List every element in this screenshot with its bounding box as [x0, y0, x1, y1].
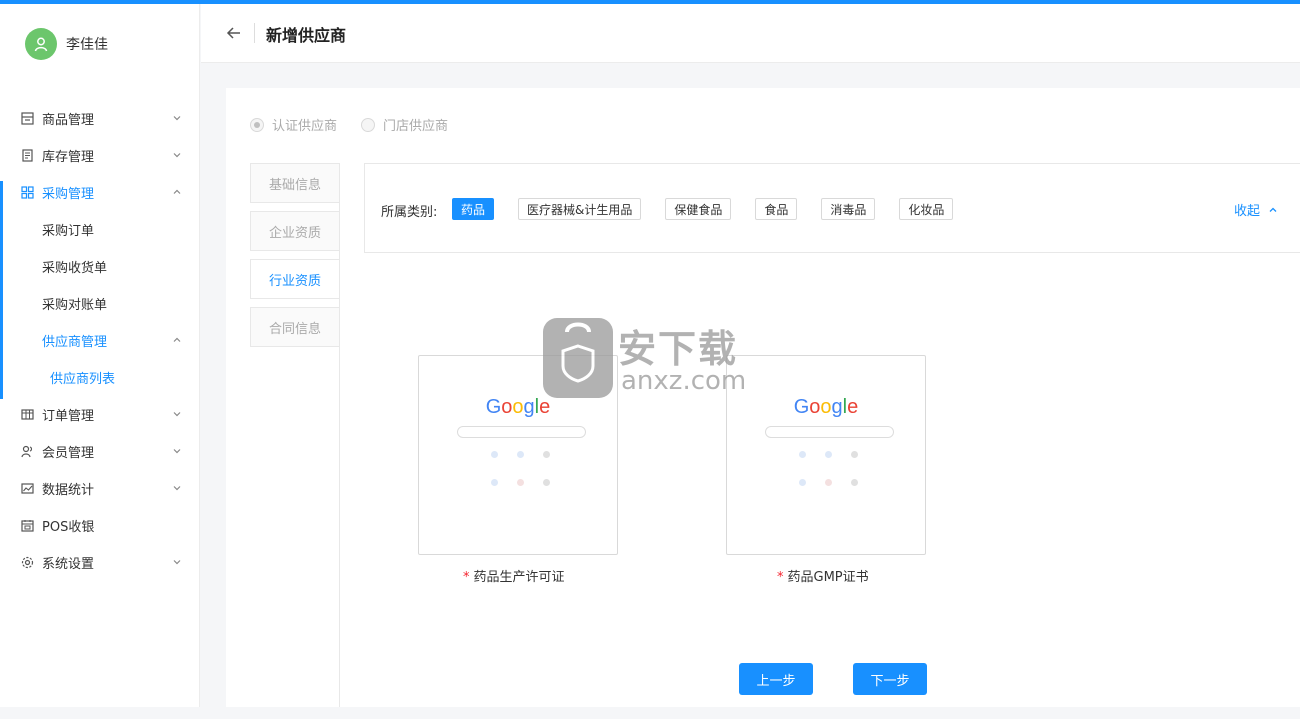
tab-contract-info[interactable]: 合同信息 [250, 307, 340, 347]
preview-searchbox [765, 426, 894, 438]
user-icon [34, 37, 48, 52]
member-icon [20, 445, 34, 459]
tab-divider [339, 163, 340, 708]
sidebar-item-label: 采购对账单 [42, 298, 108, 313]
table-icon [20, 408, 34, 422]
category-tag-medical-devices[interactable]: 医疗器械&计生用品 [518, 198, 642, 220]
chevron-down-icon [173, 412, 181, 417]
goods-icon [20, 112, 34, 126]
next-step-button[interactable]: 下一步 [853, 663, 927, 695]
sidebar: 李佳佳 商品管理 库存管理 采购管理 采购订单 采购收货单 采购对账单 供应商管 [0, 4, 200, 719]
collapse-button[interactable]: 收起 [1234, 200, 1278, 219]
sidebar-item-label: 订单管理 [42, 409, 95, 424]
collapse-label: 收起 [1233, 204, 1260, 219]
sidebar-item-label: 库存管理 [42, 150, 95, 165]
sidebar-item-label: 采购管理 [42, 187, 95, 202]
user-name: 李佳佳 [66, 37, 108, 53]
radio-circle[interactable] [361, 117, 376, 132]
preview-searchbox [457, 426, 586, 438]
required-mark: * [463, 570, 470, 585]
page-title: 新增供应商 [266, 26, 347, 45]
radio-label: 门店供应商 [383, 119, 449, 134]
form-card: 认证供应商 门店供应商 基础信息 企业资质 行业资质 合同信息 所属类别: 药品… [226, 88, 1300, 708]
back-arrow-icon[interactable] [225, 24, 243, 42]
upload-label-drug-production-license: * 药品生产许可证 [463, 566, 565, 585]
category-label: 所属类别: [381, 205, 438, 220]
sidebar-item-inventory[interactable]: 库存管理 [0, 137, 200, 174]
chevron-up-icon [173, 189, 181, 194]
sidebar-item-label: 系统设置 [42, 557, 95, 572]
chevron-down-icon [173, 116, 181, 121]
sidebar-item-orders[interactable]: 订单管理 [0, 396, 200, 433]
upload-label-text: 药品生产许可证 [473, 570, 565, 585]
sidebar-item-purchase-receipt[interactable]: 采购收货单 [0, 248, 200, 285]
chevron-down-icon [173, 153, 181, 158]
radio-store-supplier[interactable]: 门店供应商 [361, 115, 448, 134]
chevron-down-icon [173, 449, 181, 454]
category-tag-health-food[interactable]: 保健食品 [665, 198, 732, 220]
sidebar-item-label: 商品管理 [42, 113, 95, 128]
sidebar-item-label: POS收银 [42, 520, 95, 535]
watermark-domain: anxz.com [621, 366, 747, 396]
chevron-up-icon [173, 337, 181, 342]
sidebar-item-pos[interactable]: POS收银 [0, 507, 200, 544]
category-tag-food[interactable]: 食品 [755, 198, 798, 220]
tab-basic-info[interactable]: 基础信息 [250, 163, 340, 203]
chart-icon [20, 482, 34, 496]
sidebar-item-label: 供应商列表 [50, 372, 116, 387]
category-filter-box: 所属类别: 药品 医疗器械&计生用品 保健食品 食品 消毒品 化妆品 收起 [364, 163, 1300, 253]
supplier-type-radio-group: 认证供应商 门店供应商 [250, 115, 472, 134]
sidebar-item-label: 会员管理 [42, 446, 95, 461]
sidebar-item-purchase[interactable]: 采购管理 [0, 174, 200, 211]
category-tag-cosmetics[interactable]: 化妆品 [899, 198, 954, 220]
radio-circle-checked[interactable] [250, 117, 264, 132]
sidebar-item-members[interactable]: 会员管理 [0, 433, 200, 470]
watermark-text: 安下载 [618, 327, 739, 371]
page-header: 新增供应商 [201, 4, 1300, 63]
shield-bag-icon [543, 318, 613, 398]
tab-enterprise-qualification[interactable]: 企业资质 [250, 211, 340, 251]
radio-certified-supplier[interactable]: 认证供应商 [250, 115, 337, 134]
pos-icon [20, 519, 34, 533]
chevron-up-icon [1269, 207, 1277, 212]
sidebar-nav: 商品管理 库存管理 采购管理 采购订单 采购收货单 采购对账单 供应商管理 供应… [0, 100, 200, 581]
sidebar-item-supplier-list[interactable]: 供应商列表 [0, 359, 200, 396]
step-tabs: 基础信息 企业资质 行业资质 合同信息 [250, 163, 340, 355]
sidebar-item-label: 供应商管理 [42, 335, 108, 350]
chevron-down-icon [173, 486, 181, 491]
category-tag-drugs[interactable]: 药品 [452, 198, 495, 220]
sidebar-item-label: 采购订单 [42, 224, 95, 239]
prev-step-button[interactable]: 上一步 [739, 663, 813, 695]
sidebar-item-label: 采购收货单 [42, 261, 108, 276]
gear-icon [20, 556, 34, 570]
category-options: 药品 医疗器械&计生用品 保健食品 食品 消毒品 化妆品 [452, 198, 977, 220]
sidebar-item-purchase-statement[interactable]: 采购对账单 [0, 285, 200, 322]
upload-label-drug-gmp-certificate: * 药品GMP证书 [777, 566, 869, 585]
watermark-logo: 安下载 anxz.com [543, 318, 763, 400]
sidebar-item-settings[interactable]: 系统设置 [0, 544, 200, 581]
sidebar-item-goods[interactable]: 商品管理 [0, 100, 200, 137]
sidebar-item-supplier-management[interactable]: 供应商管理 [0, 322, 200, 359]
required-mark: * [777, 570, 784, 585]
upload-label-text: 药品GMP证书 [787, 570, 869, 585]
chevron-down-icon [173, 560, 181, 565]
grid-icon [20, 186, 34, 200]
category-tag-disinfectant[interactable]: 消毒品 [821, 198, 876, 220]
sidebar-item-label: 数据统计 [42, 483, 95, 498]
user-profile[interactable]: 李佳佳 [25, 28, 108, 60]
header-divider [254, 23, 255, 43]
bottom-strip [0, 707, 1300, 719]
sidebar-item-purchase-order[interactable]: 采购订单 [0, 211, 200, 248]
sidebar-item-statistics[interactable]: 数据统计 [0, 470, 200, 507]
radio-label: 认证供应商 [272, 119, 338, 134]
avatar[interactable] [25, 28, 57, 60]
inventory-icon [20, 149, 34, 163]
tab-industry-qualification[interactable]: 行业资质 [250, 259, 340, 299]
